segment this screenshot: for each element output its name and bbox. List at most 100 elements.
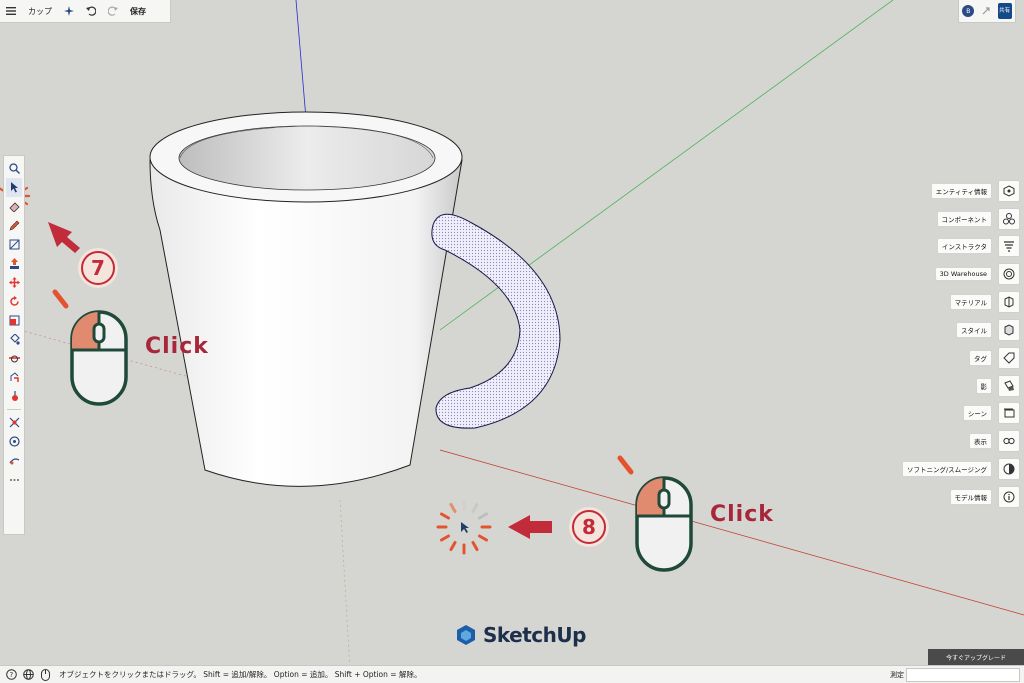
rotate-icon: [9, 296, 19, 306]
measure-input[interactable]: [906, 668, 1020, 682]
tray-instructor[interactable]: インストラクタ: [936, 235, 1020, 257]
pencil-icon: [9, 220, 19, 231]
3d-viewport[interactable]: 7 8 Click Click: [0, 0, 1024, 683]
tray-label: ソフトニング/スムージング: [901, 461, 992, 477]
tray-label: コンポーネント: [936, 211, 992, 227]
mouse-left-click-icon: [52, 289, 128, 406]
brand-name: SketchUp: [483, 623, 586, 647]
toolbar-separator: [7, 409, 21, 410]
undo-button[interactable]: [80, 0, 102, 22]
tool-eraser[interactable]: [6, 197, 22, 216]
tray-model-info[interactable]: モデル情報: [949, 486, 1020, 508]
tool-orbit[interactable]: [6, 432, 22, 451]
tool-select[interactable]: [6, 178, 22, 197]
model-name[interactable]: カップ: [22, 0, 58, 22]
help-icon[interactable]: ?: [5, 669, 17, 681]
tool-walk[interactable]: [6, 387, 22, 406]
sparkle-search-icon: [64, 6, 74, 16]
scenes-icon[interactable]: [998, 402, 1020, 424]
soften-icon[interactable]: [998, 458, 1020, 480]
menu-icon: [6, 7, 16, 15]
tool-paint-bucket[interactable]: [6, 330, 22, 349]
materials-icon[interactable]: [998, 291, 1020, 313]
measure-label: 測定: [890, 670, 904, 679]
instructor-icon[interactable]: [998, 235, 1020, 257]
camera-icon: [9, 458, 19, 465]
mug-model[interactable]: [149, 111, 561, 487]
globe-icon[interactable]: [22, 669, 34, 681]
sketchup-logo-icon: [457, 625, 475, 645]
tray-label: シーン: [962, 405, 992, 421]
tray-label: インストラクタ: [936, 238, 992, 254]
tray-scenes[interactable]: シーン: [962, 402, 1020, 424]
tray-soften[interactable]: ソフトニング/スムージング: [901, 458, 1020, 480]
notification-icon[interactable]: [981, 6, 991, 16]
model-info-icon[interactable]: [998, 486, 1020, 508]
step-number: 8: [572, 510, 606, 544]
tray-display[interactable]: 表示: [969, 430, 1020, 452]
tool-push-pull[interactable]: [6, 254, 22, 273]
search-icon: [8, 163, 20, 174]
left-toolbar: [3, 155, 25, 535]
entity-info-icon[interactable]: [998, 180, 1020, 202]
warehouse-icon[interactable]: [998, 263, 1020, 285]
tool-follow-me[interactable]: [6, 368, 22, 387]
status-bar: ? オブジェクトをクリックまたはドラッグ。 Shift = 追加/解除。 Opt…: [0, 665, 1024, 683]
search-button[interactable]: [58, 0, 80, 22]
more-icon: [9, 478, 19, 481]
tray-components[interactable]: コンポーネント: [936, 208, 1020, 230]
tool-more[interactable]: [6, 470, 22, 489]
tray-3d-warehouse[interactable]: 3D Warehouse: [934, 263, 1020, 285]
shadows-icon[interactable]: [998, 375, 1020, 397]
tool-search[interactable]: [6, 159, 22, 178]
tray-label: マテリアル: [949, 294, 992, 310]
avatar[interactable]: B: [962, 5, 975, 17]
rectangle-icon: [9, 239, 19, 250]
tray-tags[interactable]: タグ: [969, 347, 1020, 369]
tool-scale[interactable]: [6, 311, 22, 330]
tool-move[interactable]: [6, 273, 22, 292]
components-icon[interactable]: [998, 208, 1020, 230]
paint-bucket-icon: [9, 334, 20, 345]
styles-icon[interactable]: [998, 319, 1020, 341]
loading-cursor: [436, 499, 492, 555]
status-message: オブジェクトをクリックまたはドラッグ。 Shift = 追加/解除。 Optio…: [59, 670, 422, 679]
push-pull-icon: [9, 258, 19, 269]
orbit-icon: [8, 436, 20, 447]
tool-tape-measure[interactable]: [6, 349, 22, 368]
green-axis-dotted: [339, 499, 351, 671]
tray-label: エンティティ情報: [930, 183, 992, 199]
tray-styles[interactable]: スタイル: [956, 319, 1020, 341]
eraser-icon: [8, 202, 20, 212]
redo-icon: [108, 6, 118, 16]
top-toolbar: カップ 保存: [0, 0, 171, 23]
walk-icon: [11, 391, 18, 401]
select-icon: [11, 182, 18, 193]
display-icon[interactable]: [998, 430, 1020, 452]
upgrade-button[interactable]: 今すぐアップグレード: [928, 649, 1024, 665]
tray-label: スタイル: [956, 322, 992, 338]
tray-label: 3D Warehouse: [934, 267, 992, 281]
move-icon: [8, 277, 20, 288]
follow-me-icon: [10, 372, 19, 382]
redo-button[interactable]: [102, 0, 124, 22]
account-area: B 共有: [958, 0, 1016, 23]
tool-pencil[interactable]: [6, 216, 22, 235]
tool-rectangle[interactable]: [6, 235, 22, 254]
tray-entity-info[interactable]: エンティティ情報: [930, 180, 1020, 202]
tray-shadows[interactable]: 影: [975, 375, 1020, 397]
svg-text:?: ?: [9, 671, 13, 679]
tool-camera[interactable]: [6, 451, 22, 470]
tool-zoom-extents[interactable]: [6, 413, 22, 432]
arrow-to-cursor: [508, 515, 552, 539]
save-button[interactable]: 保存: [124, 0, 152, 22]
menu-button[interactable]: [0, 0, 22, 22]
tray-label: モデル情報: [949, 489, 992, 505]
tray-materials[interactable]: マテリアル: [949, 291, 1020, 313]
tags-icon[interactable]: [998, 347, 1020, 369]
click-label-2: Click: [710, 502, 774, 527]
step-number: 7: [81, 251, 115, 285]
share-button[interactable]: 共有: [997, 3, 1012, 19]
mouse-icon: [39, 668, 51, 681]
tool-rotate[interactable]: [6, 292, 22, 311]
